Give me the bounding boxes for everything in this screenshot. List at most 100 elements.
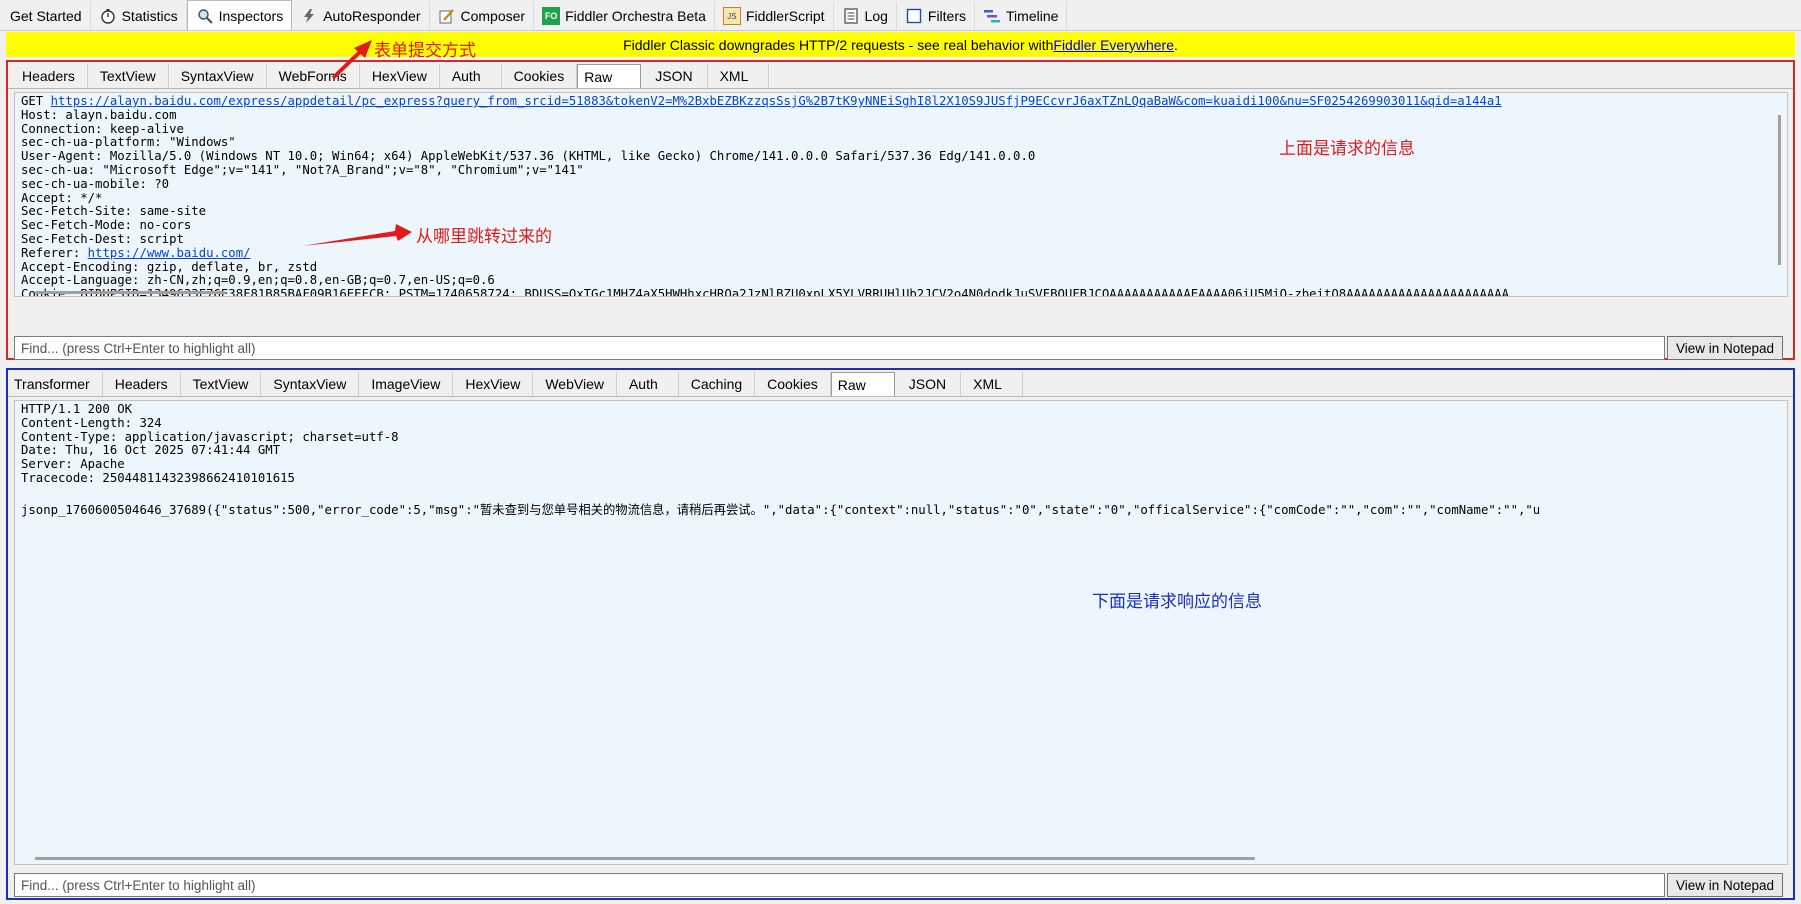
annotation-form-method: 表单提交方式 [374,41,476,60]
referer-url-link[interactable]: https://www.baidu.com/ [88,246,251,260]
tab-label: Get Started [10,8,82,24]
pencil-icon [438,7,456,25]
response-horizontal-scrollbar[interactable] [35,857,1255,860]
annotation-referer-source: 从哪里跳转过来的 [416,227,552,246]
request-header-line: Host: alayn.baidu.com [21,107,177,122]
response-tab-cookies[interactable]: Cookies [755,372,831,396]
request-tab-textview[interactable]: TextView [88,64,169,88]
request-header-line: Accept: */* [21,190,103,205]
request-tab-headers[interactable]: Headers [10,64,88,88]
referer-line: Referer: https://www.baidu.com/ [21,245,1781,261]
banner-text: Fiddler Classic downgrades HTTP/2 reques… [623,36,1054,53]
tab-label: Timeline [1006,8,1059,24]
magnifier-icon [196,7,214,25]
tab-inspectors[interactable]: Inspectors [186,0,293,30]
tab-label: AutoResponder [323,8,421,24]
request-header-line: Sec-Fetch-Dest: script [21,231,184,246]
response-line: Tracecode: 25044811432398662410101615 [21,470,295,485]
request-header-line: Accept-Encoding: gzip, deflate, br, zstd [21,259,318,274]
response-inspector: Transformer Headers TextView SyntaxView … [6,368,1795,900]
request-tab-syntaxview[interactable]: SyntaxView [169,64,267,88]
tab-label: Inspectors [218,7,284,24]
response-tab-auth[interactable]: Auth [617,372,679,396]
request-tab-hexview[interactable]: HexView [360,64,440,88]
request-header-line: sec-ch-ua-platform: "Windows" [21,135,236,150]
request-url-link[interactable]: https://alayn.baidu.com/express/appdetai… [51,94,1502,108]
request-header-line: sec-ch-ua: "Microsoft Edge";v="141", "No… [21,162,584,177]
request-subtabs: Headers TextView SyntaxView WebForms Hex… [8,62,1793,89]
fiddler-everywhere-link[interactable]: Fiddler Everywhere [1053,37,1174,53]
fo-icon: FO [542,7,561,25]
request-tab-xml[interactable]: XML [708,64,770,88]
tab-label: Composer [460,8,526,24]
request-view-in-notepad-button[interactable]: View in Notepad [1667,336,1784,360]
response-line: HTTP/1.1 200 OK [21,402,133,416]
request-header-line: Sec-Fetch-Site: same-site [21,204,207,219]
response-body-line: jsonp_1760600504646_37689({"status":500,… [21,502,1541,517]
tab-label: Log [864,8,888,24]
script-icon: JS [722,7,741,25]
log-icon [842,7,860,25]
tab-label: Fiddler Orchestra Beta [565,8,706,24]
tab-filters[interactable]: Filters [897,2,976,30]
request-header-line: Sec-Fetch-Mode: no-cors [21,218,192,233]
request-header-line: Cookie: BIDUPSID=1349633F76E38F81B85BAF0… [21,287,1510,297]
tab-label: Statistics [121,8,178,24]
tab-timeline[interactable]: Timeline [975,2,1068,30]
response-line: Content-Length: 324 [21,415,162,430]
request-tab-raw[interactable]: Raw [577,64,642,88]
request-tab-json[interactable]: JSON [641,64,708,88]
tab-autoresponder[interactable]: AutoResponder [292,2,430,30]
response-tab-hexview[interactable]: HexView [453,372,534,396]
tab-label: Filters [927,8,967,24]
request-horizontal-scrollbar[interactable] [35,291,225,294]
response-subtabs: Transformer Headers TextView SyntaxView … [8,370,1793,397]
tab-get-started[interactable]: Get Started [2,2,91,30]
request-header-line: sec-ch-ua-mobile: ?0 [21,176,170,191]
response-raw-view[interactable]: HTTP/1.1 200 OK Content-Length: 324 Cont… [14,400,1788,865]
referer-label: Referer: [21,245,88,260]
response-tab-webview[interactable]: WebView [533,372,617,396]
request-vertical-scrollbar[interactable] [1778,115,1781,265]
response-line: Date: Thu, 16 Oct 2025 07:41:44 GMT [21,443,281,458]
tab-composer[interactable]: Composer [430,2,535,30]
tab-fiddler-orchestra[interactable]: FO Fiddler Orchestra Beta [534,2,715,30]
request-tab-cookies[interactable]: Cookies [502,64,578,88]
response-tab-textview[interactable]: TextView [181,372,262,396]
response-view-in-notepad-button[interactable]: View in Notepad [1667,873,1784,897]
tab-statistics[interactable]: Statistics [91,2,187,30]
response-find-input[interactable]: Find... (press Ctrl+Enter to highlight a… [14,873,1665,897]
response-tab-raw[interactable]: Raw [830,372,895,396]
http2-warning-banner: Fiddler Classic downgrades HTTP/2 reques… [6,32,1795,57]
annotation-request-info: 上面是请求的信息 [1279,139,1415,158]
request-header-line: Accept-Language: zh-CN,zh;q=0.9,en;q=0.8… [21,273,495,288]
response-tab-xml[interactable]: XML [961,372,1023,396]
response-tab-imageview[interactable]: ImageView [359,372,454,396]
response-tab-transformer[interactable]: Transformer [10,372,103,396]
request-find-row: Find... (press Ctrl+Enter to highlight a… [14,336,1784,360]
request-find-input[interactable]: Find... (press Ctrl+Enter to highlight a… [14,336,1665,360]
request-method: GET [21,94,51,108]
response-tab-syntaxview[interactable]: SyntaxView [261,372,360,396]
response-tab-json[interactable]: JSON [895,372,962,396]
request-header-line: Connection: keep-alive [21,121,184,136]
banner-suffix: . [1174,36,1178,53]
request-line: GET https://alayn.baidu.com/express/appd… [21,94,1781,109]
request-tab-webforms[interactable]: WebForms [267,64,360,88]
request-header-line: User-Agent: Mozilla/5.0 (Windows NT 10.0… [21,149,1036,164]
timeline-icon [983,7,1001,25]
tab-label: FiddlerScript [745,8,825,24]
request-raw-view[interactable]: GET https://alayn.baidu.com/express/appd… [14,92,1788,297]
request-tab-auth[interactable]: Auth [440,64,502,88]
annotation-response-info: 下面是请求响应的信息 [1092,592,1262,611]
response-line [21,486,1781,500]
stopwatch-icon [99,7,117,25]
response-find-row: Find... (press Ctrl+Enter to highlight a… [14,873,1784,897]
response-tab-caching[interactable]: Caching [679,372,756,396]
tab-log[interactable]: Log [834,2,897,30]
tab-fiddlerscript[interactable]: JS FiddlerScript [715,2,834,30]
inspector-toolbar-tabs: Get Started Statistics Inspectors AutoRe… [0,0,1801,31]
response-tab-headers[interactable]: Headers [103,372,181,396]
lightning-icon [300,7,318,25]
request-inspector: Headers TextView SyntaxView WebForms Hex… [6,60,1795,360]
